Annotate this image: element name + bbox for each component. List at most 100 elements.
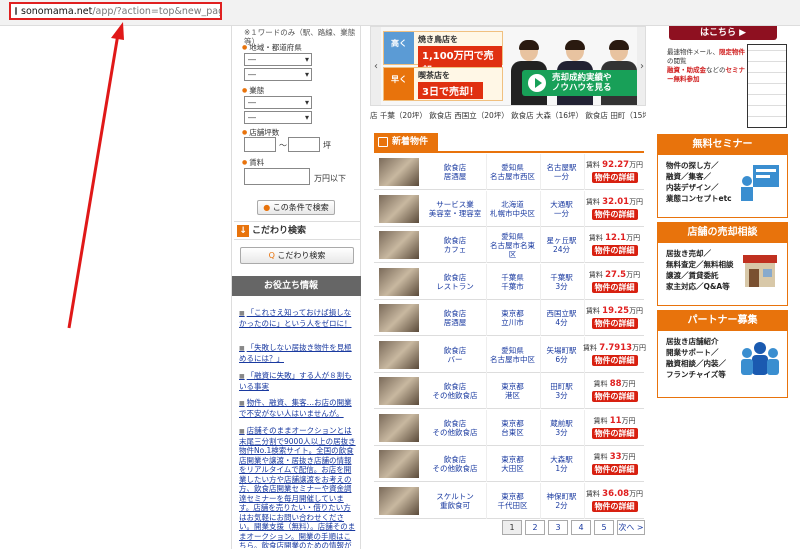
help-link-3[interactable]: 「融資に失敗」する人が８割もいる事実 <box>239 371 357 391</box>
listing-detail-button[interactable]: 物件の詳細 <box>591 318 638 329</box>
listing-photo[interactable] <box>379 267 419 296</box>
listing-station[interactable]: 大通駅 一分 <box>540 190 582 227</box>
help-link-2[interactable]: 「失敗しない居抜き物件を見極めるには？」 <box>239 343 357 363</box>
listing-location[interactable]: 愛知県 名古屋市名東区 <box>486 227 538 263</box>
listing-photo[interactable] <box>379 377 419 405</box>
listing-detail-button[interactable]: 物件の詳細 <box>591 245 638 256</box>
listing-thumbnail[interactable] <box>376 300 422 336</box>
sale-consult-box[interactable]: 店舗の売却相談 居抜き売却／ 無料査定／無料相談 譲渡／賃貸委託 家主対応／Q&… <box>657 222 788 306</box>
page-button-3[interactable]: 3 <box>548 520 568 535</box>
floor-max-input[interactable] <box>288 137 320 152</box>
table-row[interactable]: 飲食店 カフェ 愛知県 名古屋市名東区 星ヶ丘駅 24分 賃料 12.1万円 物件の詳細 <box>374 227 644 263</box>
table-row[interactable]: 飲食店 その他飲食店 東京都 台東区 蔵前駅 3分 賃料 11万円 物件の詳細 <box>374 409 644 446</box>
listing-photo[interactable] <box>379 450 419 478</box>
listing-detail-button[interactable]: 物件の詳細 <box>591 500 638 512</box>
listing-station[interactable]: 大森駅 1分 <box>540 446 582 482</box>
listing-location[interactable]: 北海道 札幌市中央区 <box>486 190 538 227</box>
region-select[interactable]: ― <box>244 53 312 66</box>
promo-banner[interactable]: ‹ 高く 焼き鳥店を 1,100万円で売却 早く 喫茶店を 3日で売却！ 売却成… <box>370 26 646 106</box>
listing-detail-button[interactable]: 物件の詳細 <box>591 464 638 475</box>
table-row[interactable]: 飲食店 居酒屋 愛知県 名古屋市西区 名古屋駅 一分 賃料 92.27万円 物件の詳細 <box>374 154 644 190</box>
category-select[interactable]: ― <box>244 96 312 109</box>
table-row[interactable]: 飲食店 居酒屋 東京都 立川市 西国立駅 4分 賃料 19.25万円 物件の詳細 <box>374 300 644 336</box>
partner-box[interactable]: パートナー募集 居抜き店舗紹介 開業サポート／ 融資相談／内装／ フランチャイズ… <box>657 310 788 398</box>
table-row[interactable]: スケルトン 重飲食可 東京都 千代田区 神保町駅 2分 賃料 36.08万円 物件の詳細 <box>374 482 644 519</box>
listing-thumbnail[interactable] <box>376 446 422 482</box>
page-button-4[interactable]: 4 <box>571 520 591 535</box>
listing-station[interactable]: 星ヶ丘駅 24分 <box>540 227 582 263</box>
listing-station[interactable]: 西国立駅 4分 <box>540 300 582 336</box>
listing-location[interactable]: 千葉県 千葉市 <box>486 263 538 300</box>
listing-location[interactable]: 東京都 立川市 <box>486 300 538 336</box>
listing-detail-button[interactable]: 物件の詳細 <box>591 354 638 366</box>
listing-type[interactable]: 飲食店 カフェ <box>426 227 484 263</box>
kodawari-search-button[interactable]: Q こだわり検索 <box>240 247 354 264</box>
listing-station[interactable]: 田町駅 3分 <box>540 373 582 409</box>
category-sub-select[interactable]: ― <box>244 111 312 124</box>
seminar-box[interactable]: 無料セミナー 物件の探し方／ 融資／集客／ 内装デザイン／ 業態コンセプトetc <box>657 134 788 218</box>
listing-type[interactable]: 飲食店 その他飲食店 <box>426 446 484 482</box>
listing-thumbnail[interactable] <box>376 191 422 227</box>
listing-photo[interactable] <box>379 158 419 186</box>
listing-station[interactable]: 蔵前駅 3分 <box>540 409 582 446</box>
page-button-1[interactable]: 1 <box>502 520 522 535</box>
listing-station[interactable]: 千葉駅 3分 <box>540 263 582 300</box>
listing-thumbnail[interactable] <box>376 227 422 263</box>
ticker-text[interactable]: 店 千葉（20坪） 飲食店 西国立（20坪） 飲食店 大森（16坪） 飲食店 田… <box>370 110 646 122</box>
listing-detail-button[interactable]: 物件の詳細 <box>591 172 638 183</box>
search-submit-button[interactable]: ● この条件で検索 <box>257 200 335 215</box>
listing-photo[interactable] <box>379 413 419 442</box>
rent-input[interactable] <box>244 168 310 185</box>
area-select[interactable]: ― <box>244 68 312 81</box>
listing-thumbnail[interactable] <box>376 154 422 190</box>
listing-location[interactable]: 愛知県 名古屋市中区 <box>486 336 538 373</box>
url-field[interactable]: sonomama.net/app/?action=top&new_page=0 <box>9 2 222 20</box>
listing-type[interactable]: 飲食店 居酒屋 <box>426 154 484 190</box>
banner-box-2[interactable]: 早く 喫茶店を 3日で売却！ <box>383 67 503 101</box>
listing-detail-button[interactable]: 物件の詳細 <box>591 208 638 220</box>
listing-thumbnail[interactable] <box>376 483 422 519</box>
listing-photo[interactable] <box>379 231 419 259</box>
listing-type[interactable]: 飲食店 バー <box>426 337 484 373</box>
listing-detail-button[interactable]: 物件の詳細 <box>591 391 638 402</box>
table-row[interactable]: 飲食店 バー 愛知県 名古屋市中区 矢場町駅 6分 賃料 7.7913万円 物件の詳細 <box>374 336 646 373</box>
listing-type[interactable]: 飲食店 レストラン <box>426 264 484 300</box>
table-row[interactable]: サービス業 美容室・理容室 北海道 札幌市中央区 大通駅 一分 賃料 32.01万円物… <box>374 190 644 227</box>
listing-photo[interactable] <box>379 486 419 515</box>
banner-box-1[interactable]: 高く 焼き鳥店を 1,100万円で売却 <box>383 31 503 78</box>
listing-thumbnail[interactable] <box>376 264 422 300</box>
page-button-2[interactable]: 2 <box>525 520 545 535</box>
table-row[interactable]: 飲食店 その他飲食店 東京都 大田区 大森駅 1分 賃料 33万円 物件の詳細 <box>374 446 644 482</box>
help-text-5[interactable]: 店舗そのままオークションとは末尾三分割で9000人以上の居抜き物件No.1検索サ… <box>239 426 357 548</box>
listing-location[interactable]: 東京都 大田区 <box>486 446 538 482</box>
next-page-button[interactable]: 次へ > <box>617 520 645 535</box>
listing-type[interactable]: 飲食店 その他飲食店 <box>426 373 484 409</box>
table-row[interactable]: 飲食店 その他飲食店 東京都 港区 田町駅 3分 賃料 88万円 物件の詳細 <box>374 373 644 409</box>
help-link-4[interactable]: 物件、融資、集客…お店の開業で不安がない人はいませんが。 <box>239 398 357 418</box>
listing-type[interactable]: 飲食店 居酒屋 <box>426 300 484 336</box>
listing-detail-button[interactable]: 物件の詳細 <box>591 427 638 439</box>
listing-location[interactable]: 東京都 台東区 <box>486 409 538 446</box>
listing-thumbnail[interactable] <box>376 410 422 446</box>
listing-photo[interactable] <box>379 340 419 369</box>
listing-type[interactable]: サービス業 美容室・理容室 <box>426 191 484 227</box>
listing-station[interactable]: 名古屋駅 一分 <box>540 154 582 190</box>
listing-detail-button[interactable]: 物件の詳細 <box>591 281 638 293</box>
banner-next-icon[interactable]: › <box>637 27 645 105</box>
floor-min-input[interactable] <box>244 137 276 152</box>
page-button-5[interactable]: 5 <box>594 520 614 535</box>
listing-location[interactable]: 東京都 港区 <box>486 373 538 409</box>
listing-type[interactable]: スケルトン 重飲食可 <box>426 483 484 519</box>
listing-photo[interactable] <box>379 304 419 332</box>
listing-location[interactable]: 東京都 千代田区 <box>486 482 538 519</box>
listing-station[interactable]: 神保町駅 2分 <box>540 482 582 519</box>
banner-prev-icon[interactable]: ‹ <box>371 27 381 105</box>
listing-thumbnail[interactable] <box>376 373 422 409</box>
top-cta-button[interactable]: はこちら ▶ <box>669 26 777 40</box>
listing-type[interactable]: 飲食店 その他飲食店 <box>426 410 484 446</box>
view-results-button[interactable]: 売却成約実績や ノウハウを見る <box>522 70 640 96</box>
help-link-1[interactable]: 「これさえ知っておけば損しなかったのに」という人をゼロに！ <box>239 308 357 328</box>
listing-thumbnail[interactable] <box>376 337 422 373</box>
listing-photo[interactable] <box>379 194 419 223</box>
table-row[interactable]: 飲食店 レストラン 千葉県 千葉市 千葉駅 3分 賃料 27.5万円 物件の詳細 <box>374 263 644 300</box>
